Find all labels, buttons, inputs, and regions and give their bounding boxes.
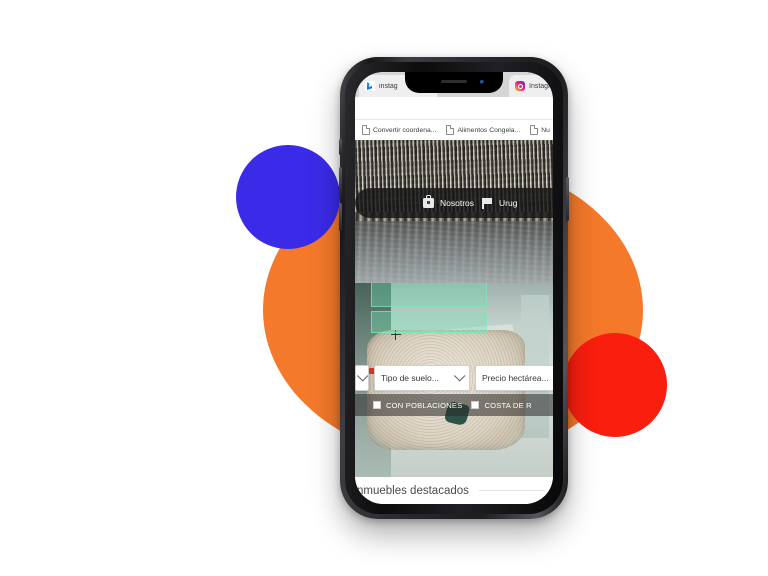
- screenshot-canvas: instag Instagra Convertir coordena... Al…: [0, 0, 768, 576]
- blue-circle-decoration: [236, 145, 340, 249]
- phone-inner-frame: instag Instagra Convertir coordena... Al…: [345, 62, 563, 514]
- bookmark-item-2-label: Alimentos Congela...: [457, 126, 521, 134]
- bookmark-item-3[interactable]: Nu: [525, 125, 553, 135]
- chevron-down-icon: [357, 370, 368, 382]
- speaker-grille: [441, 80, 467, 83]
- featured-properties-section: nmuebles destacados: [355, 477, 553, 504]
- nav-item-uruguay[interactable]: Urug: [482, 197, 518, 209]
- map-highlight-box-1: [371, 283, 487, 307]
- browser-tab-2[interactable]: Instagra: [509, 75, 553, 97]
- browser-tab-1-label: instag: [379, 82, 398, 90]
- bookmark-item-1-label: Convertir coordena...: [373, 126, 437, 134]
- checkbox-con-poblaciones[interactable]: CON POBLACIONES: [373, 401, 462, 410]
- bookmark-item-3-label: Nu: [541, 126, 550, 134]
- checkbox-costa-de-rio-label: COSTA DE R: [484, 400, 532, 410]
- checkbox-icon[interactable]: [373, 401, 381, 409]
- map-highlight-box-2: [371, 311, 487, 333]
- page-icon: [530, 125, 539, 135]
- page-icon: [446, 125, 455, 135]
- chevron-down-icon: [454, 370, 466, 382]
- bookmarks-bar: Convertir coordena... Alimentos Congela.…: [355, 120, 553, 140]
- filter-select-row: Tipo de suelo... Precio hectárea...: [355, 364, 553, 392]
- phone-mockup: instag Instagra Convertir coordena... Al…: [339, 57, 569, 519]
- bookmark-item-1[interactable]: Convertir coordena...: [357, 125, 441, 135]
- silence-switch[interactable]: [339, 139, 342, 155]
- volume-down-button[interactable]: [339, 203, 342, 231]
- address-bar[interactable]: [355, 97, 553, 120]
- website-page: Nosotros Urug Tipo de suelo... Precio he…: [355, 140, 553, 504]
- checkbox-con-poblaciones-label: CON POBLACIONES: [386, 400, 463, 410]
- bookmark-item-2[interactable]: Alimentos Congela...: [441, 125, 525, 135]
- phone-notch: [405, 72, 503, 93]
- volume-up-button[interactable]: [339, 167, 342, 195]
- red-circle-decoration: [563, 333, 667, 437]
- section-divider: [478, 490, 545, 491]
- nav-item-uruguay-label: Urug: [499, 198, 518, 208]
- bing-icon: [365, 81, 375, 91]
- page-icon: [362, 125, 370, 135]
- briefcase-icon: [423, 195, 434, 208]
- filter-checkbox-row: CON POBLACIONES COSTA DE R: [355, 394, 553, 416]
- featured-properties-title: nmuebles destacados: [357, 484, 469, 497]
- filter-select-tipo-de-suelo[interactable]: Tipo de suelo...: [374, 365, 470, 391]
- filter-select-precio-hectarea-label: Precio hectárea...: [482, 373, 549, 383]
- checkbox-costa-de-rio[interactable]: COSTA DE R: [471, 400, 532, 410]
- filter-select-tipo-de-suelo-label: Tipo de suelo...: [381, 373, 439, 383]
- browser-tab-2-label: Instagra: [529, 82, 553, 90]
- checkbox-icon[interactable]: [471, 401, 480, 409]
- instagram-icon: [515, 81, 525, 91]
- front-camera: [479, 79, 484, 84]
- phone-screen: instag Instagra Convertir coordena... Al…: [355, 72, 553, 504]
- filter-select-precio-hectarea[interactable]: Precio hectárea...: [475, 365, 553, 391]
- power-button[interactable]: [566, 177, 569, 221]
- site-navbar: Nosotros Urug: [355, 188, 553, 218]
- phone-bezel: instag Instagra Convertir coordena... Al…: [355, 72, 553, 504]
- nav-item-nosotros[interactable]: Nosotros: [423, 195, 475, 208]
- nav-item-nosotros-label: Nosotros: [440, 198, 475, 208]
- filter-select-truncated[interactable]: [355, 365, 369, 391]
- flag-icon: [482, 197, 493, 209]
